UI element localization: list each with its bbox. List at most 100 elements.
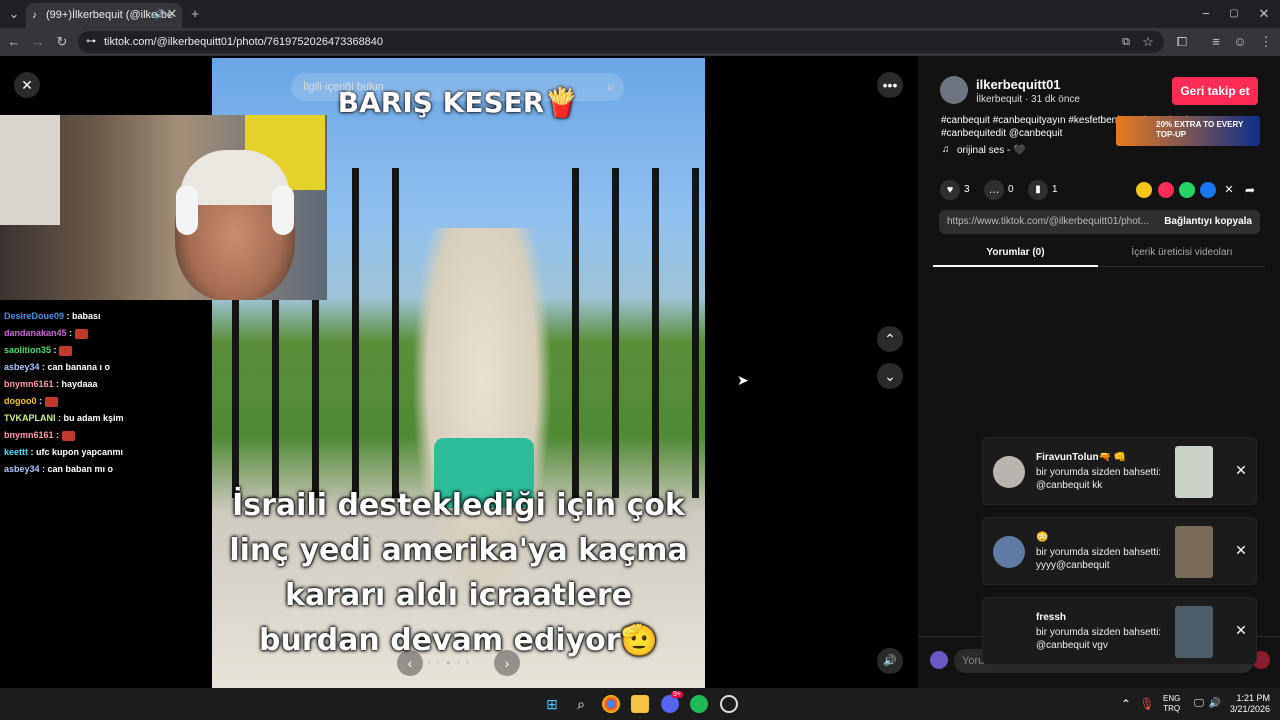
chat-separator: : <box>66 328 75 338</box>
prev-slide-button[interactable]: ‹ <box>397 650 423 676</box>
cast-icon[interactable]: ⧉ <box>1116 32 1136 52</box>
app-icon[interactable] <box>720 695 738 713</box>
file-explorer-icon[interactable] <box>631 695 649 713</box>
notification-name: 😳 <box>1036 532 1049 543</box>
notification-name: FiravunTolun🔫 👊 <box>1036 452 1127 463</box>
chat-username[interactable]: keettt <box>4 447 28 457</box>
chrome-icon[interactable] <box>602 695 620 713</box>
chat-username[interactable]: dandanakan45 <box>4 328 67 338</box>
notification-text: bir yorumda sizden bahsetti: @canbequit … <box>1036 467 1162 491</box>
notification-close-icon[interactable]: ✕ <box>1233 462 1249 480</box>
chat-text: ufc kupon yapcanmı <box>36 447 124 457</box>
related-search-input[interactable]: İlgili içeriği bulun ⌕ <box>291 73 624 101</box>
chat-message: TVKAPLANI : bu adam kşim <box>4 410 209 427</box>
author-username[interactable]: ilkerbequitt01 <box>976 77 1061 92</box>
chat-username[interactable]: DesireDoue09 <box>4 311 64 321</box>
next-post-button[interactable]: ⌄ <box>877 363 903 389</box>
share-send-icon[interactable] <box>1158 182 1174 198</box>
ad-text: 20% EXTRA TO EVERY TOP-UP <box>1156 120 1244 139</box>
follow-back-button[interactable]: Geri takip et <box>1172 77 1258 105</box>
windows-start-icon[interactable]: ⊞ <box>543 695 561 713</box>
mouse-cursor-icon: ➤ <box>737 372 749 388</box>
keyboard-language[interactable]: ENG TRQ <box>1163 694 1180 714</box>
chat-separator: : <box>36 396 45 406</box>
chat-emote-icon <box>44 396 58 407</box>
tray-chevron-icon[interactable]: ⌃ <box>1117 695 1135 713</box>
search-icon[interactable]: ⌕ <box>607 73 614 101</box>
previous-post-button[interactable]: ⌃ <box>877 326 903 352</box>
site-info-icon[interactable]: ⊶ <box>86 31 96 53</box>
search-icon[interactable]: ⌕ <box>572 695 590 713</box>
chat-message: saolition35 : <box>4 342 209 359</box>
like-icon[interactable]: ♥ <box>940 180 960 200</box>
sound-name[interactable]: orijinal ses - 🖤 <box>957 145 1026 156</box>
chat-username[interactable]: dogoo0 <box>4 396 37 406</box>
volume-icon[interactable]: 🔊 <box>1206 695 1224 713</box>
mention-notification[interactable]: 😳 bir yorumda sizden bahsetti: yyyy@canb… <box>982 517 1257 585</box>
copy-link-button[interactable]: Bağlantıyı kopyala <box>1156 210 1260 234</box>
chat-separator: : <box>39 362 48 372</box>
share-more-icon[interactable]: ➦ <box>1242 182 1258 198</box>
mention-notification[interactable]: fressh bir yorumda sizden bahsetti: @can… <box>982 597 1257 665</box>
share-emoji-icon[interactable] <box>1136 182 1152 198</box>
share-facebook-icon[interactable] <box>1200 182 1216 198</box>
chat-username[interactable]: bnymn6161 <box>4 379 54 389</box>
tab-list-icon[interactable]: ⌄ <box>4 4 24 24</box>
chat-username[interactable]: asbey34 <box>4 464 40 474</box>
tiktok-page: BARIŞ KESER🍟 İsraili desteklediği için ç… <box>0 56 1280 688</box>
tab-comments[interactable]: Yorumlar (0) <box>933 243 1098 267</box>
save-icon[interactable]: ▮ <box>1028 180 1048 200</box>
ad-banner[interactable]: 20% EXTRA TO EVERY TOP-UP <box>1116 116 1260 146</box>
notification-thumbnail <box>1175 446 1213 498</box>
chat-username[interactable]: TVKAPLANI <box>4 413 56 423</box>
share-whatsapp-icon[interactable] <box>1179 182 1195 198</box>
chat-message: dogoo0 : <box>4 393 209 410</box>
webcam-overlay <box>0 115 327 300</box>
chat-username[interactable]: asbey34 <box>4 362 40 372</box>
save-count: 1 <box>1052 184 1058 195</box>
chat-message: keettt : ufc kupon yapcanmı <box>4 444 209 461</box>
reading-list-icon[interactable]: ≡ <box>1206 32 1226 52</box>
tab-creator-videos[interactable]: İçerik üreticisi videoları <box>1099 243 1265 267</box>
new-tab-icon[interactable]: + <box>185 4 205 24</box>
microphone-icon[interactable]: 🎙 <box>1138 695 1156 713</box>
author-avatar[interactable] <box>940 76 968 104</box>
chat-text: haydaaa <box>61 379 98 389</box>
chat-username[interactable]: saolition35 <box>4 345 51 355</box>
more-options-button[interactable]: ••• <box>877 72 903 98</box>
notification-text: bir yorumda sizden bahsetti: yyyy@canbeq… <box>1036 547 1162 571</box>
url-input[interactable]: ⊶ tiktok.com/@ilkerbequitt01/photo/76197… <box>78 31 1164 53</box>
post-link: https://www.tiktok.com/@ilkerbequitt01/p… <box>947 216 1149 227</box>
notification-close-icon[interactable]: ✕ <box>1233 542 1249 560</box>
bookmark-star-icon[interactable]: ☆ <box>1138 32 1158 52</box>
profile-avatar-icon[interactable]: ☺ <box>1230 32 1250 52</box>
chat-username[interactable]: bnymn6161 <box>4 430 54 440</box>
extensions-icon[interactable]: ⧠ <box>1172 32 1192 52</box>
notification-avatar <box>993 616 1025 648</box>
close-tab-icon[interactable]: ✕ <box>162 4 182 24</box>
chat-text: can banana ı o <box>47 362 111 372</box>
close-window-icon[interactable]: ✕ <box>1254 4 1274 24</box>
like-count: 3 <box>964 184 970 195</box>
close-viewer-button[interactable]: ✕ <box>14 72 40 98</box>
notification-avatar <box>993 536 1025 568</box>
minimize-icon[interactable]: − <box>1196 4 1216 24</box>
notification-thumbnail <box>1175 526 1213 578</box>
restore-icon[interactable]: ▢ <box>1224 4 1244 24</box>
forward-icon[interactable]: → <box>28 32 48 52</box>
volume-button[interactable]: 🔊 <box>877 648 903 674</box>
share-x-icon[interactable]: ✕ <box>1221 182 1237 198</box>
photo-caption: İsraili desteklediği için çok linç yedi … <box>229 488 688 658</box>
notification-close-icon[interactable]: ✕ <box>1233 622 1249 640</box>
system-clock[interactable]: 1:21 PM 3/21/2026 <box>1230 693 1270 715</box>
spotify-icon[interactable] <box>690 695 708 713</box>
back-icon[interactable]: ← <box>4 32 24 52</box>
chrome-menu-icon[interactable]: ⋮ <box>1256 32 1276 52</box>
mention-notification[interactable]: FiravunTolun🔫 👊 bir yorumda sizden bahse… <box>982 437 1257 505</box>
post-link-field[interactable]: https://www.tiktok.com/@ilkerbequitt01/p… <box>939 210 1260 234</box>
chat-text: bu adam kşim <box>63 413 124 423</box>
chat-separator: : <box>55 413 64 423</box>
comment-icon[interactable]: … <box>984 180 1004 200</box>
chat-message: bnymn6161 : haydaaa <box>4 376 209 393</box>
reload-icon[interactable]: ↻ <box>52 32 72 52</box>
